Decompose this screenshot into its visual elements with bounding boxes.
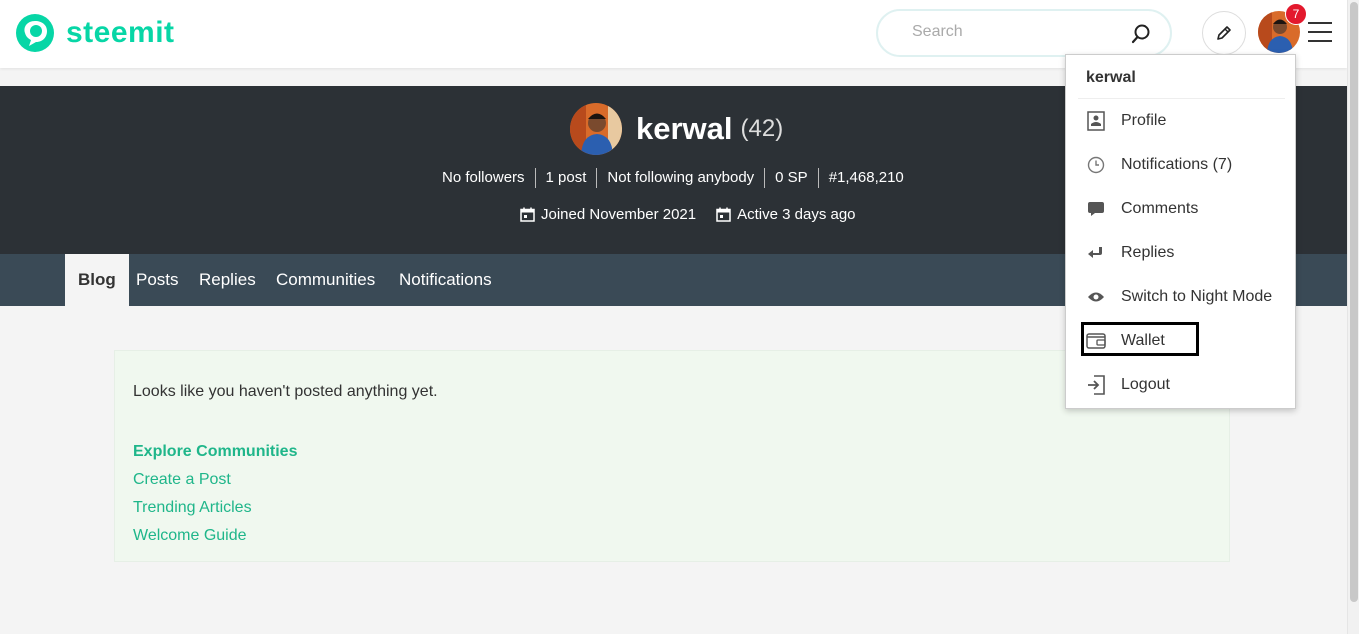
menu-item-label: Replies [1121,244,1175,261]
create-post-button[interactable] [1202,11,1246,55]
followers-count[interactable]: No followers [432,168,535,188]
profile-username: kerwal [636,111,733,146]
eye-icon [1088,292,1104,302]
menu-item-label: Notifications (7) [1121,156,1233,173]
avatar [570,103,622,155]
profile-stats: No followers 1 post Not following anybod… [432,168,914,188]
post-count: 1 post [534,168,597,188]
menu-item-label: Switch to Night Mode [1121,288,1273,305]
steemit-logo[interactable]: steemit [14,12,175,54]
steemit-logo-icon [16,14,54,52]
search-icon[interactable] [1130,23,1152,45]
notification-badge[interactable]: 7 [1285,3,1307,25]
brand-name: steemit [66,16,175,49]
calendar-icon [716,207,731,222]
search-box[interactable] [876,9,1172,57]
scrollbar-thumb[interactable] [1350,2,1358,602]
suggestion-links: Explore Communities Create a Post Trendi… [133,438,297,550]
menu-item-replies[interactable]: Replies [1086,241,1174,265]
tab-notifications[interactable]: Notifications [386,254,505,306]
dropdown-username[interactable]: kerwal [1086,69,1136,87]
dropdown-divider [1078,98,1285,99]
trending-articles-link[interactable]: Trending Articles [133,494,297,522]
user-rank: #1,468,210 [817,168,914,188]
profile-header: kerwal (42) [570,103,783,155]
following-count[interactable]: Not following anybody [596,168,764,188]
reply-icon [1088,247,1102,258]
menu-item-notifications[interactable]: Notifications (7) [1086,153,1232,177]
menu-item-logout[interactable]: Logout [1086,373,1170,397]
joined-date-text: Joined November 2021 [541,206,697,223]
menu-item-comments[interactable]: Comments [1086,197,1198,221]
clock-icon [1087,156,1105,174]
wallet-highlight-box [1081,322,1199,356]
tab-communities[interactable]: Communities [263,254,388,306]
menu-item-night-mode[interactable]: Switch to Night Mode [1086,285,1272,309]
empty-message: Looks like you haven't posted anything y… [133,383,438,400]
menu-item-label: Comments [1121,200,1199,217]
comment-icon [1088,202,1104,216]
joined-date: Joined November 2021 [520,206,696,223]
menu-item-profile[interactable]: Profile [1086,109,1166,133]
profile-dates: Joined November 2021 Active 3 days ago [520,206,876,223]
tab-replies[interactable]: Replies [186,254,269,306]
search-input[interactable] [912,23,1112,41]
active-date-text: Active 3 days ago [737,206,856,223]
active-date: Active 3 days ago [716,206,856,223]
explore-communities-link[interactable]: Explore Communities [133,438,297,466]
calendar-icon [520,207,535,222]
profile-icon [1087,111,1105,131]
empty-blog-card: Looks like you haven't posted anything y… [114,350,1230,562]
steem-power: 0 SP [764,168,818,188]
tab-blog[interactable]: Blog [65,254,129,306]
menu-item-label: Logout [1121,376,1170,393]
profile-avatar[interactable] [570,103,622,155]
logout-icon [1088,375,1105,395]
pencil-icon [1217,26,1231,40]
welcome-guide-link[interactable]: Welcome Guide [133,522,297,550]
create-post-link[interactable]: Create a Post [133,466,297,494]
reputation-score: (42) [740,115,784,142]
hamburger-menu-icon[interactable] [1308,22,1332,42]
menu-item-label: Profile [1121,112,1167,129]
page-scrollbar[interactable] [1347,0,1359,634]
tab-posts[interactable]: Posts [123,254,192,306]
